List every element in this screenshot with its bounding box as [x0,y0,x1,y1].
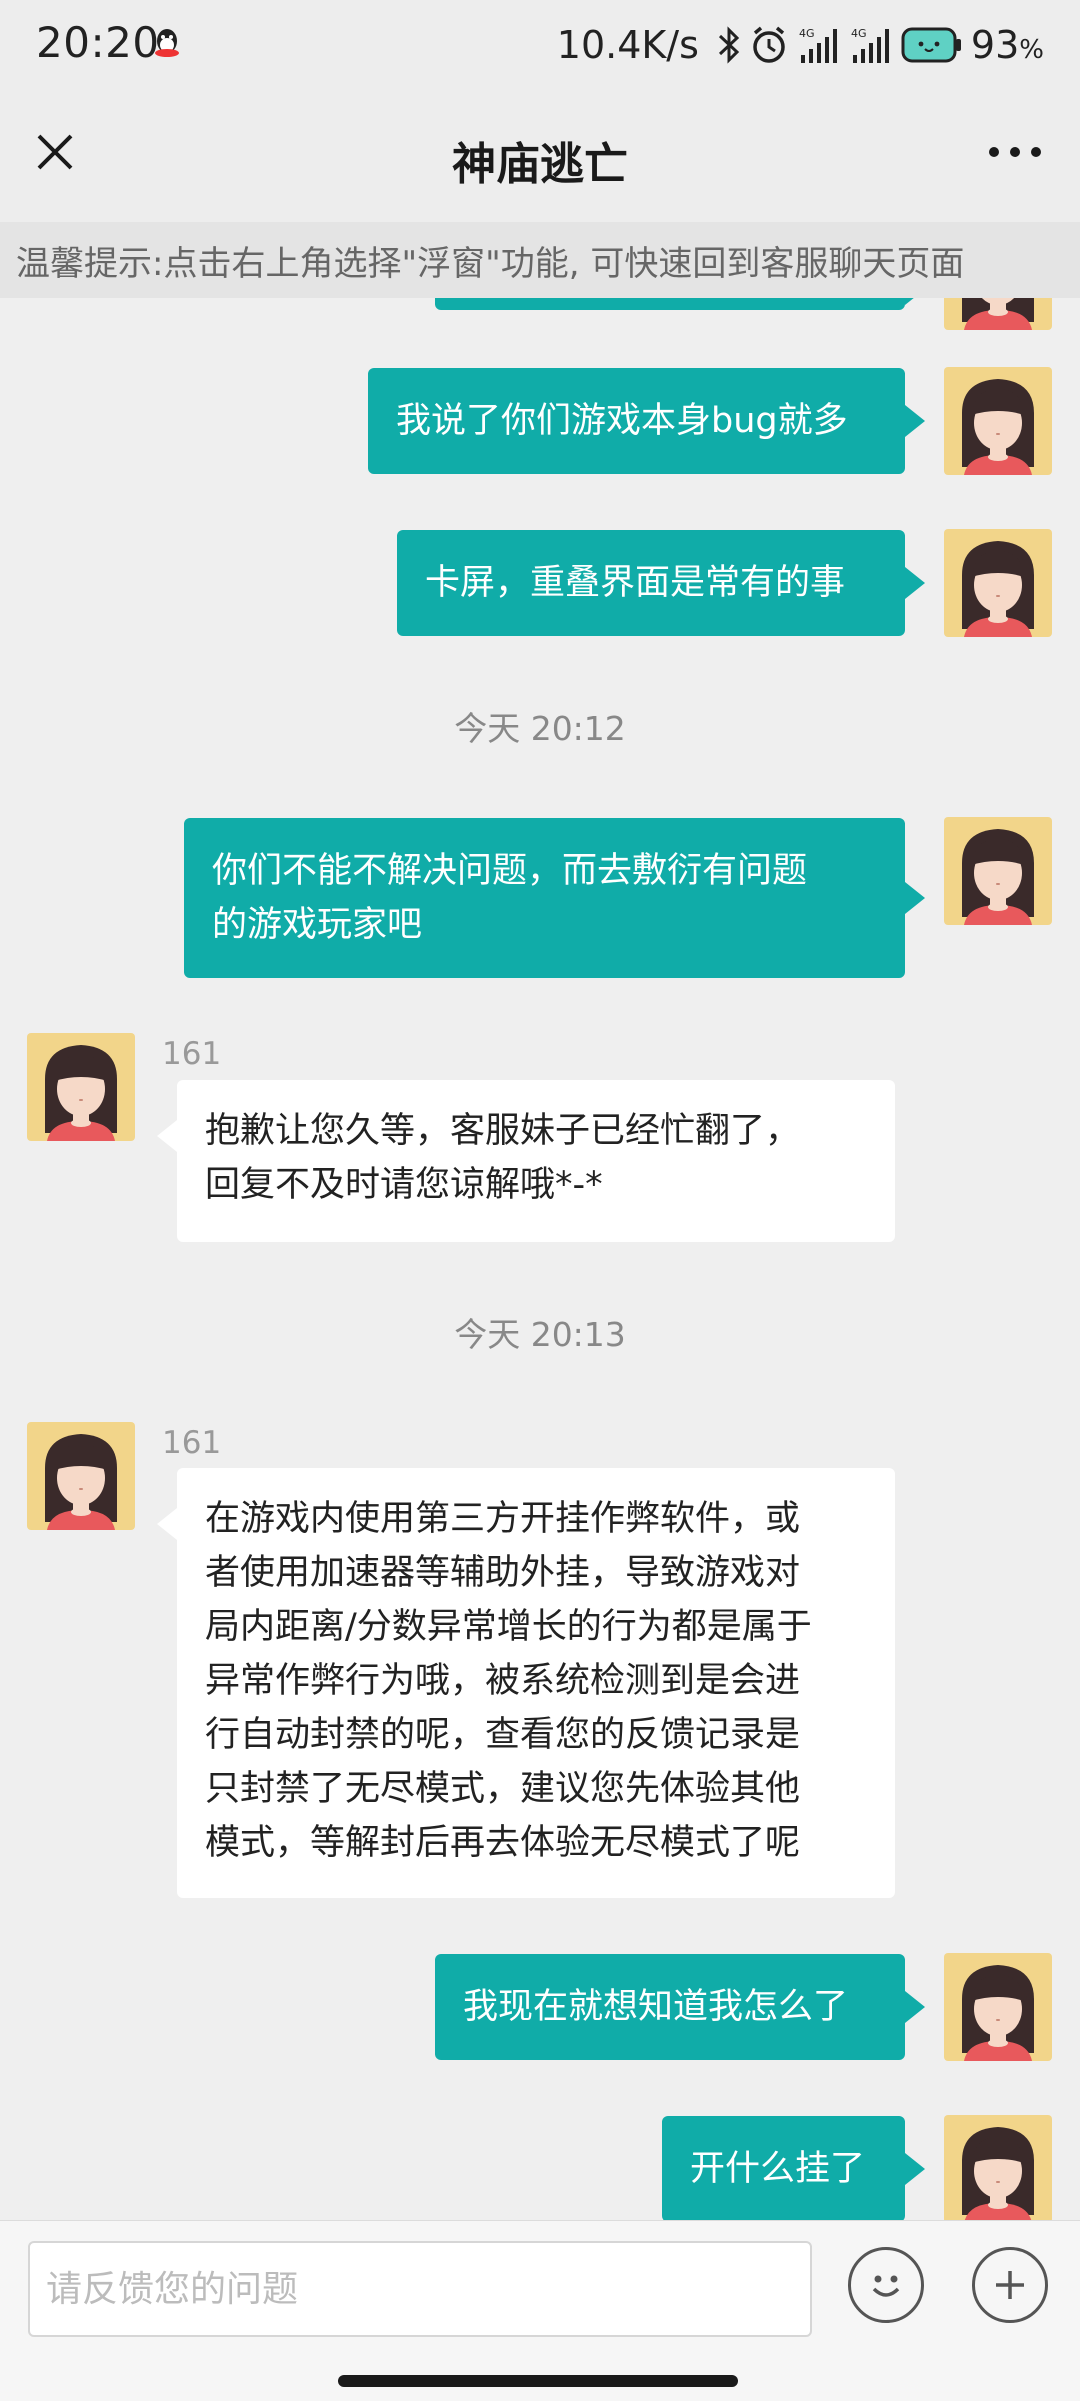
battery-percent: 93% [970,23,1044,67]
add-attachment-button[interactable] [972,2247,1048,2323]
message-text-line: 你们不能不解决问题，而去敷衍有问题 [212,851,808,891]
signal-4g-icon: 4G [851,27,889,63]
input-bar [0,2220,1080,2401]
bluetooth-icon [718,26,740,64]
message-bubble-outgoing: 我现在就想知道我怎么了 [435,1954,925,2060]
message-text-line: 回复不及时请您谅解哦*-* [205,1165,603,1205]
avatar [944,817,1052,925]
message-text-line: 的游戏玩家吧 [212,905,423,945]
qq-icon [155,29,179,57]
message-text-line: 模式，等解封后再去体验无尽模式了呢 [205,1823,801,1863]
status-icons: 10.4K/s 4G 4G 93% [557,20,1044,70]
status-bar: 20:20 10.4K/s 4G 4G 93% [0,0,1080,92]
svg-text:4G: 4G [799,27,815,40]
message-text-line: 只封禁了无尽模式，建议您先体验其他 [205,1769,801,1809]
avatar [27,1033,135,1141]
avatar [944,529,1052,637]
network-speed: 10.4K/s [556,23,699,67]
message-bubble-outgoing: 我说了你们游戏本身bug就多 [368,368,925,474]
message-text: 开什么挂了 [690,2149,866,2189]
message-text: 卡屏，重叠界面是常有的事 [425,563,846,603]
avatar [27,1422,135,1530]
message-bubble-outgoing: 开什么挂了 [662,2116,925,2220]
avatar [944,298,1052,330]
avatar [944,367,1052,475]
avatar [944,2115,1052,2220]
emoji-icon [872,2275,900,2297]
message-bubble-incoming: 抱歉让您久等，客服妹子已经忙翻了， 回复不及时请您谅解哦*-* [157,1080,895,1242]
message-input[interactable] [28,2241,812,2337]
timestamp: 今天 20:12 [454,709,626,748]
more-button[interactable] [970,117,1060,187]
message-bubble-outgoing: 你们不能不解决问题，而去敷衍有问题 的游戏玩家吧 [184,818,925,978]
message-text: 我说了你们游戏本身bug就多 [396,401,848,441]
status-time: 20:20 [36,18,160,67]
message-bubble-incoming: 在游戏内使用第三方开挂作弊软件，或 者使用加速器等辅助外挂，导致游戏对 局内距离… [157,1468,895,1898]
chat-area[interactable]: 我说了你们游戏本身bug就多 卡屏，重叠界面是常有的事 今天 20:12 你们不… [0,298,1080,2220]
message-text-line: 行自动封禁的呢，查看您的反馈记录是 [205,1715,801,1755]
svg-text:4G: 4G [851,27,867,40]
message-text-line: 抱歉让您久等，客服妹子已经忙翻了， [205,1111,801,1151]
battery-icon [901,27,961,63]
emoji-button[interactable] [848,2247,924,2323]
more-icon [989,147,1041,157]
sender-name: 161 [162,1036,222,1072]
message-text-line: 在游戏内使用第三方开挂作弊软件，或 [205,1499,801,1539]
header: 神庙逃亡 [0,92,1080,222]
message-text: 我现在就想知道我怎么了 [463,1987,849,2027]
sender-name: 161 [162,1425,222,1461]
signal-4g-icon: 4G [799,27,837,63]
message-text-line: 者使用加速器等辅助外挂，导致游戏对 [205,1553,801,1593]
tip-text: 温馨提示:点击右上角选择"浮窗"功能, 可快速回到客服聊天页面 [16,244,965,284]
plus-icon [996,2271,1024,2299]
page-title: 神庙逃亡 [452,139,628,190]
tip-banner: 温馨提示:点击右上角选择"浮窗"功能, 可快速回到客服聊天页面 [0,222,1080,298]
message-text-line: 局内距离/分数异常增长的行为都是属于 [205,1607,812,1647]
message-text-line: 异常作弊行为哦，被系统检测到是会进 [205,1661,801,1701]
message-bubble-outgoing: 卡屏，重叠界面是常有的事 [397,530,925,636]
home-indicator[interactable] [338,2375,738,2387]
alarm-icon [753,26,785,63]
message-bubble-partial [435,298,925,310]
avatar [944,1953,1052,2061]
timestamp: 今天 20:13 [454,1315,626,1354]
